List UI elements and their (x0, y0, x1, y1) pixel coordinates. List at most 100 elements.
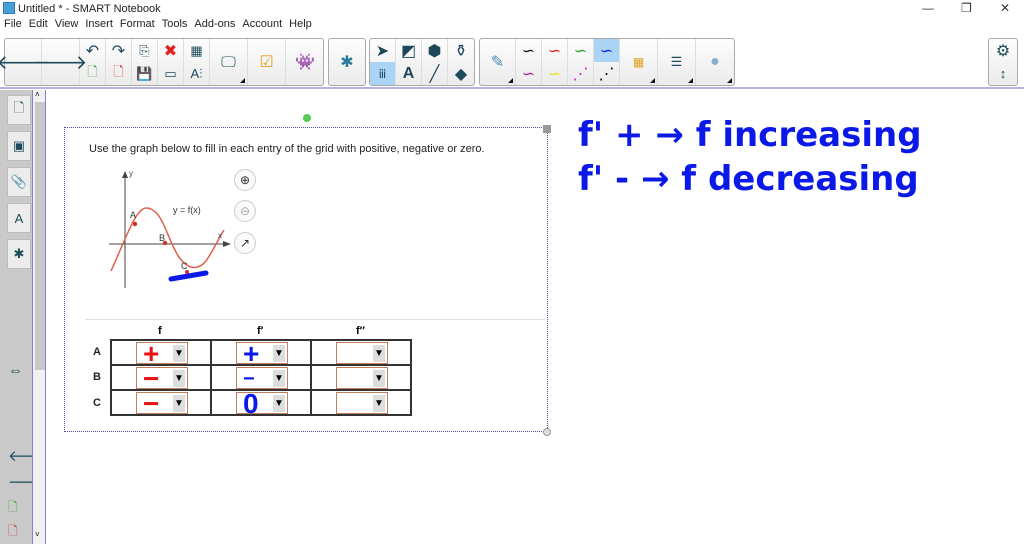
menu-tools[interactable]: Tools (162, 18, 188, 34)
page-sorter-tab-icon[interactable]: 🗋 (7, 95, 31, 125)
toolbar-group-tools: ➤ ◩ ⬢ ⚱ ⅲ A ╱ ◆ (369, 38, 475, 86)
dropdown-arrow-icon[interactable]: ▼ (373, 395, 385, 412)
restore-button[interactable]: ❐ (961, 1, 972, 15)
select-icon[interactable]: ➤ (370, 39, 396, 62)
divider (85, 319, 545, 320)
minimize-button[interactable]: — (922, 1, 934, 15)
line-style-icon[interactable]: ☰ (658, 39, 696, 85)
pen-black-icon[interactable]: ∽ (516, 39, 542, 62)
menu-view[interactable]: View (55, 18, 79, 34)
next-page-icon[interactable]: 🡒 (34, 39, 87, 85)
question-image[interactable]: Use the graph below to fill in each entr… (64, 114, 551, 436)
fill-shape-icon[interactable]: ⬢ (422, 39, 448, 62)
pen-blue-icon[interactable]: ∽ (594, 39, 620, 62)
zoom-in-icon[interactable]: ⊕ (234, 169, 256, 191)
dropdown-arrow-icon[interactable]: ▼ (173, 370, 185, 387)
menu-account[interactable]: Account (242, 18, 282, 34)
curve (110, 207, 225, 272)
shapes-icon[interactable]: ◩ (396, 39, 422, 62)
text-format-icon[interactable]: A⫶ (184, 62, 210, 85)
sidebar-add-page-icon[interactable]: 🗋 (8, 498, 18, 519)
text-icon[interactable]: A (396, 62, 422, 85)
sidebar-delete-page-icon[interactable]: 🗋 (8, 522, 18, 543)
effects-icon[interactable]: ● (696, 39, 734, 85)
select-b-f[interactable]: − ▼ (136, 363, 188, 394)
menu-file[interactable]: File (4, 18, 22, 34)
zoom-out-icon[interactable]: ⊖ (234, 200, 256, 222)
dropdown-arrow-icon[interactable]: ▼ (373, 370, 385, 387)
pens-icon[interactable]: ⅲ (370, 62, 396, 85)
close-button[interactable]: ✕ (1000, 1, 1010, 15)
pen-magenta-dash-icon[interactable]: ⋰ (568, 62, 594, 85)
scrollbar-thumb[interactable] (35, 102, 45, 370)
x-label: x (218, 231, 222, 240)
select-c-fprime[interactable]: 0 ▼ (236, 390, 288, 418)
pen-red-icon[interactable]: ∽ (542, 39, 568, 62)
menu-bar: File Edit View Insert Format Tools Add-o… (0, 18, 312, 34)
dropdown-arrow-icon[interactable]: ▼ (273, 345, 285, 362)
screen-capture-icon[interactable]: 🖵 (210, 39, 248, 85)
menu-format[interactable]: Format (120, 18, 155, 34)
settings-gear-icon[interactable]: ⚙ (989, 39, 1017, 62)
menu-handle[interactable] (543, 125, 551, 133)
response-icon[interactable]: ☑ (248, 39, 286, 85)
rotate-handle[interactable] (303, 114, 311, 122)
toolbar: 🡐 🡒 ↶ ↷ ⎘ ✖ ▦ 🗋 🗋 💾 ▭ A⫶ 🖵 ☑ 👾 ✱ ➤ ◩ ⬢ ⚱… (0, 36, 1024, 89)
ink-answer: − (143, 363, 160, 394)
dropdown-arrow-icon[interactable]: ▼ (273, 370, 285, 387)
open-external-icon[interactable]: ↗ (234, 232, 256, 254)
dropdown-arrow-icon[interactable]: ▼ (173, 395, 185, 412)
ink-tangent-c (168, 270, 209, 282)
menu-insert[interactable]: Insert (85, 18, 113, 34)
answer-grid: + ▼ + ▼ ▼ − ▼ − ▼ ▼ − ▼ 0 ▼ ▼ (110, 339, 412, 419)
pen-green-icon[interactable]: ∽ (568, 39, 594, 62)
select-a-f[interactable]: + ▼ (136, 340, 188, 368)
paste-icon[interactable]: ⎘ (132, 39, 158, 62)
color-palette-icon[interactable]: ▦ (620, 39, 658, 85)
dropdown-arrow-icon[interactable]: ▼ (173, 345, 185, 362)
toolbar-group-main: 🡐 🡒 ↶ ↷ ⎘ ✖ ▦ 🗋 🗋 💾 ▭ A⫶ 🖵 ☑ 👾 (0, 38, 324, 86)
line-icon[interactable]: ╱ (422, 62, 448, 85)
add-page-icon[interactable]: 🗋 (80, 62, 106, 85)
puzzle-icon[interactable]: ✱ (329, 39, 365, 85)
dropdown-arrow-icon[interactable]: ▼ (273, 395, 285, 412)
screen-icon[interactable]: ▭ (158, 62, 184, 85)
scroll-up-icon[interactable]: ˄ (35, 90, 40, 99)
select-c-f[interactable]: − ▼ (136, 388, 188, 419)
pen-purple-icon[interactable]: ∽ (516, 62, 542, 85)
eraser-icon[interactable]: ◆ (448, 62, 474, 85)
select-b-fprime[interactable]: − ▼ (236, 367, 288, 390)
vertical-scrollbar[interactable]: ˄ ˅ (32, 90, 46, 544)
menu-addons[interactable]: Add-ons (194, 18, 235, 34)
resize-handle[interactable] (543, 428, 551, 436)
scroll-down-icon[interactable]: ˅ (35, 530, 40, 539)
toolbar-position-icon[interactable]: ↕ (989, 62, 1017, 85)
gallery-tab-icon[interactable]: ▣ (7, 131, 31, 161)
dropdown-arrow-icon[interactable]: ▼ (373, 345, 385, 362)
addons-tab-icon[interactable]: ✱ (7, 239, 31, 269)
delete-page-icon[interactable]: 🗋 (106, 62, 132, 85)
app-logo-icon (3, 2, 15, 14)
select-b-fdoubleprime[interactable]: ▼ (336, 367, 388, 389)
properties-tab-icon[interactable]: A (7, 203, 31, 233)
table-icon[interactable]: ▦ (184, 39, 210, 62)
select-c-fdoubleprime[interactable]: ▼ (336, 392, 388, 414)
select-a-fdoubleprime[interactable]: ▼ (336, 342, 388, 364)
move-sidebar-icon[interactable]: ⇔ (8, 362, 23, 379)
ink-answer: − (143, 388, 160, 419)
select-a-fprime[interactable]: + ▼ (236, 340, 288, 368)
save-icon[interactable]: 💾 (132, 62, 158, 85)
undo-icon[interactable]: ↶ (80, 39, 106, 62)
menu-help[interactable]: Help (289, 18, 312, 34)
col-header-fprime: f′ (257, 325, 264, 337)
menu-edit[interactable]: Edit (29, 18, 48, 34)
addon-icon[interactable]: 👾 (286, 39, 324, 85)
pen-black-dash-icon[interactable]: ⋰ (594, 62, 620, 85)
pen-yellow-icon[interactable]: ∽ (542, 62, 568, 85)
redo-icon[interactable]: ↷ (106, 39, 132, 62)
delete-icon[interactable]: ✖ (158, 39, 184, 62)
col-header-f: f (158, 325, 162, 337)
fill-icon[interactable]: ⚱ (448, 39, 474, 62)
attachments-tab-icon[interactable]: 📎 (7, 167, 31, 197)
pen-icon[interactable]: ✎ (480, 39, 516, 85)
